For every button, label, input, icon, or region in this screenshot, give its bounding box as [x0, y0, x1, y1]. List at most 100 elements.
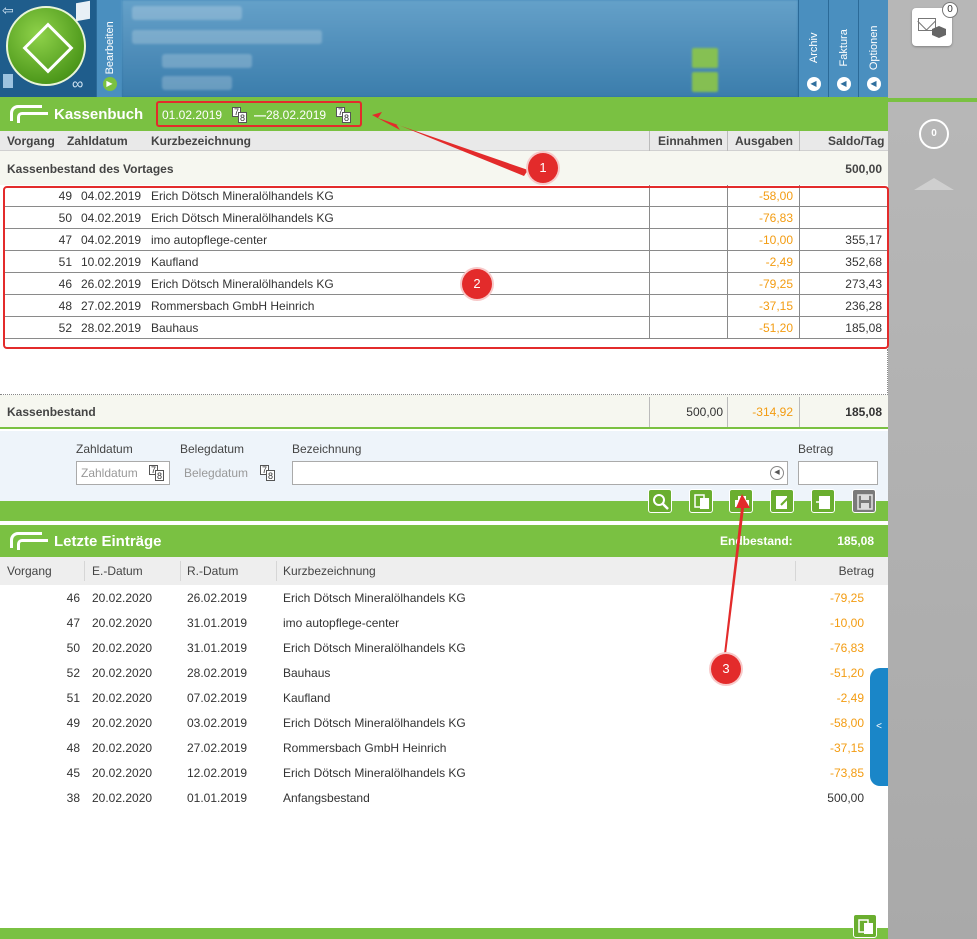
- play-icon[interactable]: ▶: [102, 77, 117, 91]
- col-saldo[interactable]: Saldo/Tag: [828, 134, 884, 148]
- col-kurzbezeichnung[interactable]: Kurzbezeichnung: [283, 564, 376, 578]
- col-vorgang[interactable]: Vorgang: [7, 564, 52, 578]
- tab-bearbeiten[interactable]: Bearbeiten ▶: [96, 0, 122, 97]
- page-curl-icon[interactable]: [76, 0, 90, 22]
- cell-kurzbezeichnung: Kaufland: [283, 691, 331, 705]
- print-icon: [735, 496, 749, 507]
- kassenbestand-vortag-row: Kassenbestand des Vortages 500,00: [0, 151, 888, 185]
- cell-kurzbezeichnung: imo autopflege-center: [151, 233, 268, 247]
- list-item[interactable]: 38 20.02.2020 01.01.2019 Anfangsbestand 500,…: [0, 785, 888, 810]
- save-icon: [857, 494, 873, 510]
- table-row[interactable]: 51 10.02.2019 Kaufland -2,49 352,68: [4, 251, 888, 273]
- cell-vorgang: 38: [66, 791, 80, 805]
- copy-icon: [858, 919, 873, 934]
- copy-button[interactable]: [689, 489, 713, 513]
- belegdatum-input[interactable]: Belegdatum 7 8: [179, 461, 279, 485]
- cell-edatum: 20.02.2020: [92, 666, 153, 680]
- list-item[interactable]: 48 20.02.2020 27.02.2019 Rommersbach GmbH H…: [0, 735, 888, 760]
- total-label: Kassenbestand: [7, 405, 96, 419]
- table-row[interactable]: 47 04.02.2019 imo autopflege-center -10,00 3…: [4, 229, 888, 251]
- cell-kurzbezeichnung: Kaufland: [151, 255, 199, 269]
- total-saldo: 185,08: [845, 405, 882, 419]
- zahldatum-input[interactable]: Zahldatum 7 8: [76, 461, 170, 485]
- list-item[interactable]: 45 20.02.2020 12.02.2019 Erich Dötsch Miner…: [0, 760, 888, 785]
- list-item[interactable]: 47 20.02.2020 31.01.2019 imo autopflege-cen…: [0, 610, 888, 635]
- tab-archiv[interactable]: Archiv ◀: [798, 0, 828, 97]
- infinity-icon[interactable]: ∞: [72, 76, 83, 94]
- dropdown-arrow-icon[interactable]: ◀: [770, 466, 784, 480]
- diamond-logo-icon: [22, 22, 74, 74]
- search-button[interactable]: [648, 489, 672, 513]
- col-edatum[interactable]: E.-Datum: [92, 564, 143, 578]
- cell-ausgaben: -58,00: [758, 189, 793, 203]
- cell-vorgang: 52: [66, 666, 80, 680]
- list-item[interactable]: 46 20.02.2020 26.02.2019 Erich Dötsch Miner…: [0, 585, 888, 610]
- betrag-input[interactable]: [798, 461, 878, 485]
- app-logo[interactable]: [6, 6, 86, 86]
- cell-ausgaben: -2,49: [765, 255, 793, 269]
- cell-betrag: 500,00: [827, 791, 864, 805]
- col-vorgang[interactable]: Vorgang: [7, 134, 55, 148]
- calendar-icon[interactable]: 7 8: [336, 107, 352, 123]
- copy-icon: [694, 494, 709, 509]
- table-row[interactable]: 50 04.02.2019 Erich Dötsch Mineralölhandel…: [4, 207, 888, 229]
- app-logo-area[interactable]: ⇦ ∞: [0, 0, 96, 97]
- back-arrow-icon[interactable]: ⇦: [2, 2, 14, 19]
- cell-vorgang: 49: [66, 716, 80, 730]
- cell-kurzbezeichnung: imo autopflege-center: [283, 616, 400, 630]
- tab-label: Bearbeiten: [103, 20, 116, 74]
- cell-vorgang: 47: [66, 616, 80, 630]
- cell-saldo: 273,43: [845, 277, 882, 291]
- cell-edatum: 20.02.2020: [92, 641, 153, 655]
- list-item[interactable]: 51 20.02.2020 07.02.2019 Kaufland -2,49: [0, 685, 888, 710]
- cell-vorgang: 46: [58, 277, 72, 291]
- arrow-left-icon[interactable]: ◀: [806, 77, 821, 91]
- col-einnahmen[interactable]: Einnahmen: [658, 134, 723, 148]
- col-ausgaben[interactable]: Ausgaben: [735, 134, 793, 148]
- export-button[interactable]: [811, 489, 835, 513]
- notification-count[interactable]: 0: [919, 119, 949, 149]
- document-icon[interactable]: [3, 74, 13, 88]
- cell-kurzbezeichnung: Anfangsbestand: [283, 791, 370, 805]
- table-row[interactable]: 52 28.02.2019 Bauhaus -51,20 185,08: [4, 317, 888, 339]
- cell-ausgaben: -10,00: [758, 233, 793, 247]
- copy-button[interactable]: [853, 914, 877, 938]
- arrow-left-icon[interactable]: ◀: [866, 77, 881, 91]
- prev-label: Kassenbestand des Vortages: [7, 162, 174, 176]
- print-button[interactable]: [729, 489, 753, 513]
- annotation-marker-3: 3: [711, 654, 741, 684]
- calendar-icon[interactable]: 7 8: [149, 465, 165, 481]
- date-to[interactable]: 28.02.2019: [266, 108, 326, 122]
- arrow-left-icon[interactable]: ◀: [836, 77, 851, 91]
- section-logo-icon: [10, 105, 48, 123]
- col-kurzbezeichnung[interactable]: Kurzbezeichnung: [151, 134, 251, 148]
- edit-button[interactable]: [770, 489, 794, 513]
- date-from[interactable]: 01.02.2019: [162, 108, 222, 122]
- cell-vorgang: 50: [66, 641, 80, 655]
- table-row[interactable]: 46 26.02.2019 Erich Dötsch Mineralölhandel…: [4, 273, 888, 295]
- belegdatum-placeholder: Belegdatum: [184, 466, 249, 480]
- col-betrag[interactable]: Betrag: [839, 564, 874, 578]
- table-row[interactable]: 48 27.02.2019 Rommersbach GmbH Heinrich -37…: [4, 295, 888, 317]
- list-item[interactable]: 49 20.02.2020 03.02.2019 Erich Dötsch Miner…: [0, 710, 888, 735]
- calendar-icon[interactable]: 7 8: [260, 465, 276, 481]
- cell-kurzbezeichnung: Bauhaus: [151, 321, 199, 335]
- list-item[interactable]: 52 20.02.2020 28.02.2019 Bauhaus -51,20: [0, 660, 888, 685]
- tab-optionen[interactable]: Optionen ◀: [858, 0, 888, 97]
- save-button[interactable]: [852, 489, 876, 513]
- list-item[interactable]: 50 20.02.2020 31.01.2019 Erich Dötsch Miner…: [0, 635, 888, 660]
- cell-kurzbezeichnung: Rommersbach GmbH Heinrich: [283, 741, 447, 755]
- cell-rdatum: 26.02.2019: [187, 591, 248, 605]
- bezeichnung-input[interactable]: ◀: [292, 461, 788, 485]
- table-row[interactable]: 49 04.02.2019 Erich Dötsch Mineralölhandel…: [4, 185, 888, 207]
- col-rdatum[interactable]: R.-Datum: [187, 564, 238, 578]
- calendar-icon[interactable]: 7 8: [232, 107, 248, 123]
- cell-vorgang: 47: [58, 233, 72, 247]
- col-zahldatum[interactable]: Zahldatum: [67, 134, 128, 148]
- date-range-selector[interactable]: 01.02.2019 7 8 — 28.02.2019 7 8: [156, 101, 362, 127]
- betrag-label: Betrag: [798, 442, 834, 456]
- zahldatum-label: Zahldatum: [76, 442, 133, 456]
- collapse-up-icon[interactable]: [914, 178, 954, 190]
- tab-faktura[interactable]: Faktura ◀: [828, 0, 858, 97]
- cell-kurzbezeichnung: Erich Dötsch Mineralölhandels KG: [283, 591, 466, 605]
